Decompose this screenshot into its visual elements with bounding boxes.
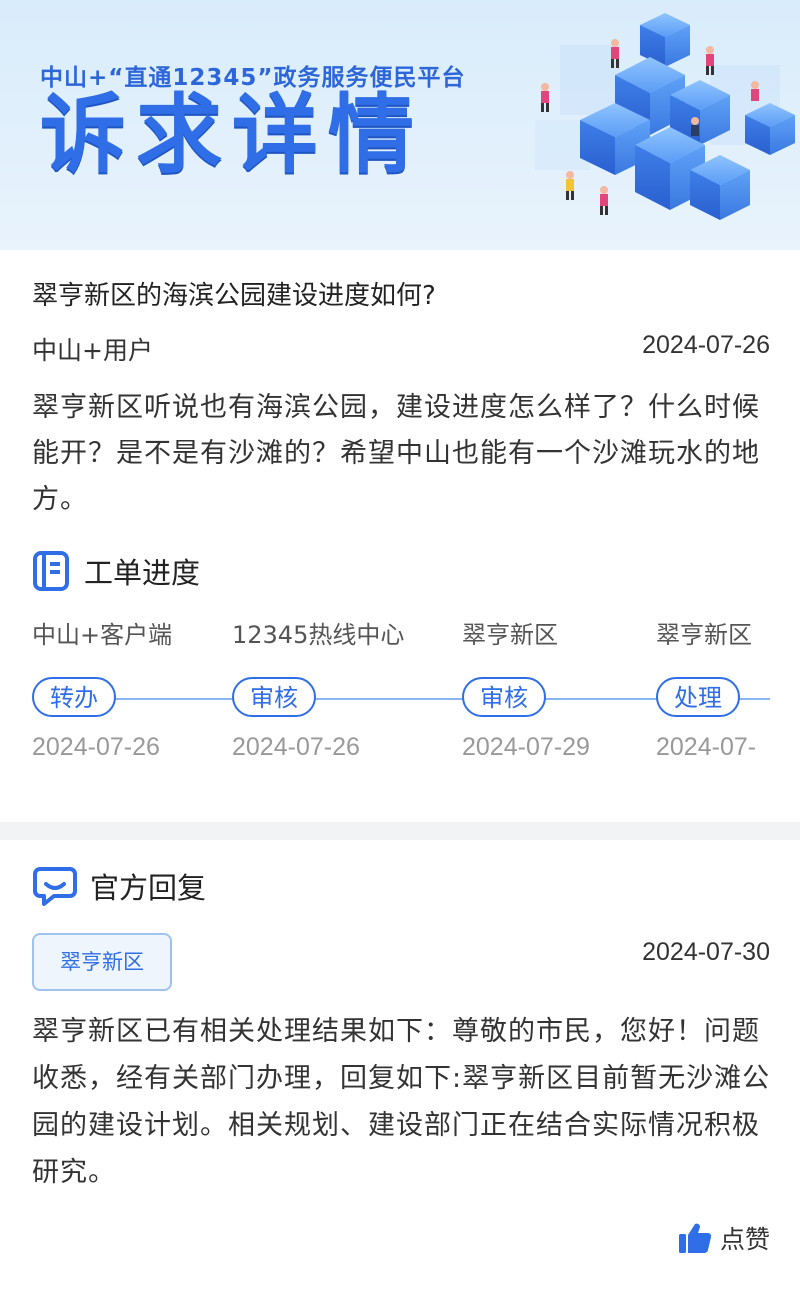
reply-title: 官方回复: [90, 871, 207, 905]
step-action-badge: 审核: [462, 677, 546, 717]
step-date: 2024-07-26: [232, 733, 360, 761]
header-banner: 中山+“直通12345”政务服务便民平台 诉求详情: [0, 0, 800, 250]
department-badge: 翠亨新区: [32, 933, 172, 991]
banner-title: 诉求详情: [40, 85, 424, 185]
step-action-badge: 处理: [656, 677, 740, 717]
chat-bubble-icon: [33, 867, 77, 906]
step-org: 12345热线中心: [232, 621, 405, 649]
step-date: 2024-07-26: [32, 733, 160, 761]
document-icon: [33, 551, 69, 591]
step-org: 中山+客户端: [32, 621, 173, 649]
progress-section-header: 工单进度: [32, 550, 200, 592]
reply-date: 2024-07-30: [642, 938, 770, 966]
progress-step: 12345热线中心 审核 2024-07-26: [232, 615, 404, 762]
like-button[interactable]: 点赞: [678, 1220, 770, 1256]
progress-step: 中山+客户端 转办 2024-07-26: [32, 615, 172, 762]
like-label: 点赞: [719, 1225, 770, 1254]
reply-section-header: 官方回复: [32, 865, 206, 907]
step-date: 2024-07-29: [462, 733, 590, 761]
thumbs-up-icon: [678, 1223, 712, 1253]
step-org: 翠亨新区: [656, 621, 752, 649]
reply-content: 翠亨新区已有相关处理结果如下：尊敬的市民，您好！问题收悉，经有关部门办理，回复如…: [32, 1016, 771, 1188]
progress-steps[interactable]: 中山+客户端 转办 2024-07-26 12345热线中心 审核 2024-0…: [0, 615, 770, 785]
progress-step: 翠亨新区 处理 2024-07-: [656, 615, 756, 762]
question-user: 中山+用户: [32, 336, 153, 365]
step-date: 2024-07-: [656, 733, 757, 761]
section-divider: [0, 822, 800, 840]
question-title: 翠亨新区的海滨公园建设进度如何?: [32, 281, 436, 311]
question-content: 翠亨新区听说也有海滨公园，建设进度怎么样了？什么时候能开？是不是有沙滩的？希望中…: [32, 392, 760, 515]
question-date: 2024-07-26: [642, 331, 770, 359]
step-org: 翠亨新区: [462, 621, 558, 649]
progress-title: 工单进度: [84, 556, 201, 590]
isometric-cubes-illustration: [535, 13, 795, 220]
step-action-badge: 审核: [232, 677, 316, 717]
progress-step: 翠亨新区 审核 2024-07-29: [462, 615, 590, 762]
step-action-badge: 转办: [32, 677, 116, 717]
